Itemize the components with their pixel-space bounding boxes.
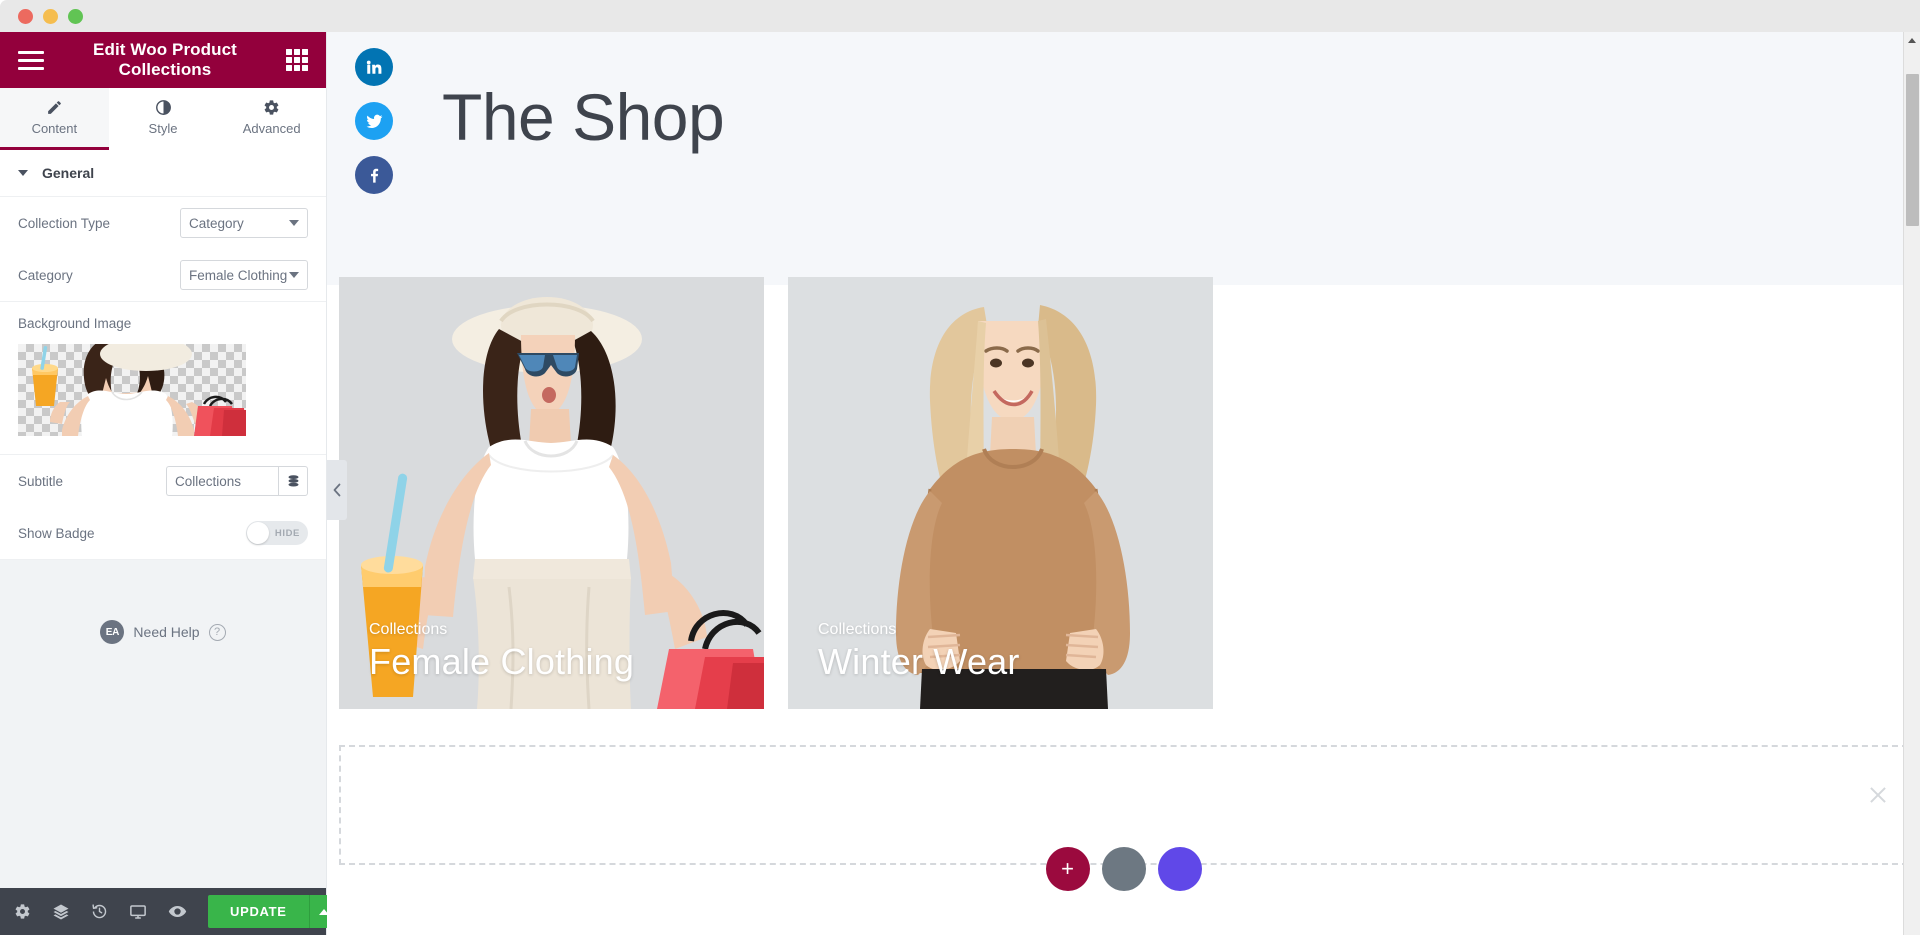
panel-title: Edit Woo Product Collections <box>93 39 237 79</box>
category-value: Female Clothing <box>189 267 288 283</box>
need-help-label: Need Help <box>133 624 200 640</box>
linkedin-icon[interactable] <box>355 48 393 86</box>
control-background-image: Background Image <box>0 302 326 454</box>
scrollbar-thumb[interactable] <box>1906 74 1919 226</box>
show-badge-state: HIDE <box>274 527 300 539</box>
responsive-monitor-icon[interactable] <box>129 903 147 921</box>
collection-card-subtitle: Collections <box>818 621 897 638</box>
window-zoom-button[interactable] <box>68 8 83 24</box>
category-select[interactable]: Female Clothing <box>180 260 308 290</box>
grid-apps-icon[interactable] <box>286 49 308 71</box>
control-collection-type-label: Collection Type <box>18 215 111 231</box>
social-icons-list <box>355 48 393 194</box>
collection-card-subtitle: Collections <box>369 621 448 638</box>
twitter-icon[interactable] <box>355 102 393 140</box>
close-x-icon[interactable] <box>1868 785 1888 805</box>
control-subtitle-label: Subtitle <box>18 473 64 489</box>
update-button-group: UPDATE <box>208 895 339 928</box>
panel-header: Edit Woo Product Collections <box>0 32 326 88</box>
pencil-icon <box>46 99 63 116</box>
preview-eye-icon[interactable] <box>168 902 187 921</box>
control-collection-type: Collection Type Category <box>18 197 308 249</box>
control-group-text: Subtitle Show Badge HIDE <box>0 454 326 560</box>
settings-gear-icon[interactable] <box>14 903 31 920</box>
control-show-badge-label: Show Badge <box>18 525 95 541</box>
collection-card-caption: Collections Winter Wear <box>818 621 1020 683</box>
elementor-editor-panel: Edit Woo Product Collections Content Sty… <box>0 32 339 935</box>
panel-tabs: Content Style Advanced <box>0 88 326 150</box>
contrast-icon <box>155 99 172 116</box>
background-image-thumbnail <box>32 344 246 436</box>
control-show-badge: Show Badge HIDE <box>18 507 308 559</box>
section-general-header[interactable]: General <box>0 150 326 197</box>
add-new-section-dropzone[interactable]: + <box>339 745 1908 891</box>
need-help-row: EA Need Help ? <box>0 560 326 644</box>
collection-card-title: Female Clothing <box>369 641 635 682</box>
control-category: Category Female Clothing <box>18 249 308 301</box>
navigator-layers-icon[interactable] <box>52 903 70 921</box>
control-subtitle: Subtitle <box>18 455 308 507</box>
collection-card-winter-wear[interactable]: Collections Winter Wear <box>788 277 1213 709</box>
chevron-down-icon <box>18 170 28 176</box>
collections-grid: Collections Female Clothing Collections … <box>327 277 1920 709</box>
facebook-icon[interactable] <box>355 156 393 194</box>
question-mark-icon[interactable]: ? <box>208 623 226 641</box>
collection-type-value: Category <box>189 215 244 231</box>
preview-canvas: The Shop Collections Female Clothing Col… <box>327 32 1920 935</box>
chevron-left-icon <box>333 483 340 497</box>
section-general-title: General <box>42 165 95 181</box>
update-button[interactable]: UPDATE <box>208 895 309 928</box>
page-header-section: The Shop <box>327 32 1920 285</box>
tab-content[interactable]: Content <box>0 88 109 150</box>
window-close-button[interactable] <box>18 8 33 24</box>
page-title: The Shop <box>442 80 725 154</box>
tab-content-label: Content <box>31 121 78 136</box>
tab-style-label: Style <box>148 121 178 136</box>
panel-footer: UPDATE <box>0 888 339 935</box>
panel-content-scroll[interactable]: General Collection Type Category Categor… <box>0 150 326 888</box>
window-minimize-button[interactable] <box>43 8 58 24</box>
page-scrollbar[interactable] <box>1903 32 1920 935</box>
chevron-down-icon <box>289 272 299 278</box>
window-titlebar <box>0 0 1920 32</box>
tab-style[interactable]: Style <box>109 88 218 150</box>
history-clock-icon[interactable] <box>91 903 108 920</box>
chevron-down-icon <box>289 220 299 226</box>
background-image-preview[interactable] <box>18 344 246 436</box>
subtitle-input[interactable] <box>166 466 278 496</box>
collection-type-select[interactable]: Category <box>180 208 308 238</box>
collection-card-female-clothing[interactable]: Collections Female Clothing <box>339 277 764 709</box>
show-badge-toggle[interactable]: HIDE <box>246 521 308 545</box>
subtitle-field-wrap <box>166 466 308 496</box>
add-section-actions: + <box>1045 847 1202 891</box>
gear-icon <box>263 99 280 116</box>
panel-collapse-handle[interactable] <box>327 460 347 520</box>
tab-advanced-label: Advanced <box>242 121 301 136</box>
scroll-up-caret-up-icon[interactable] <box>1904 32 1920 49</box>
essential-addons-logo: EA <box>100 620 125 644</box>
control-background-image-label: Background Image <box>18 316 132 331</box>
control-category-label: Category <box>18 267 73 283</box>
tab-advanced[interactable]: Advanced <box>217 88 326 150</box>
toggle-knob <box>247 522 269 544</box>
dynamic-tags-icon[interactable] <box>278 466 308 496</box>
add-ai-section-button[interactable] <box>1157 847 1202 891</box>
hamburger-icon[interactable] <box>18 50 44 70</box>
add-new-section-button[interactable]: + <box>1045 847 1090 891</box>
collection-card-title: Winter Wear <box>818 641 1020 682</box>
add-template-button[interactable] <box>1101 847 1146 891</box>
plus-icon: + <box>1061 856 1074 881</box>
collection-card-caption: Collections Female Clothing <box>369 621 634 683</box>
control-group-general: Collection Type Category Category Female… <box>0 197 326 302</box>
